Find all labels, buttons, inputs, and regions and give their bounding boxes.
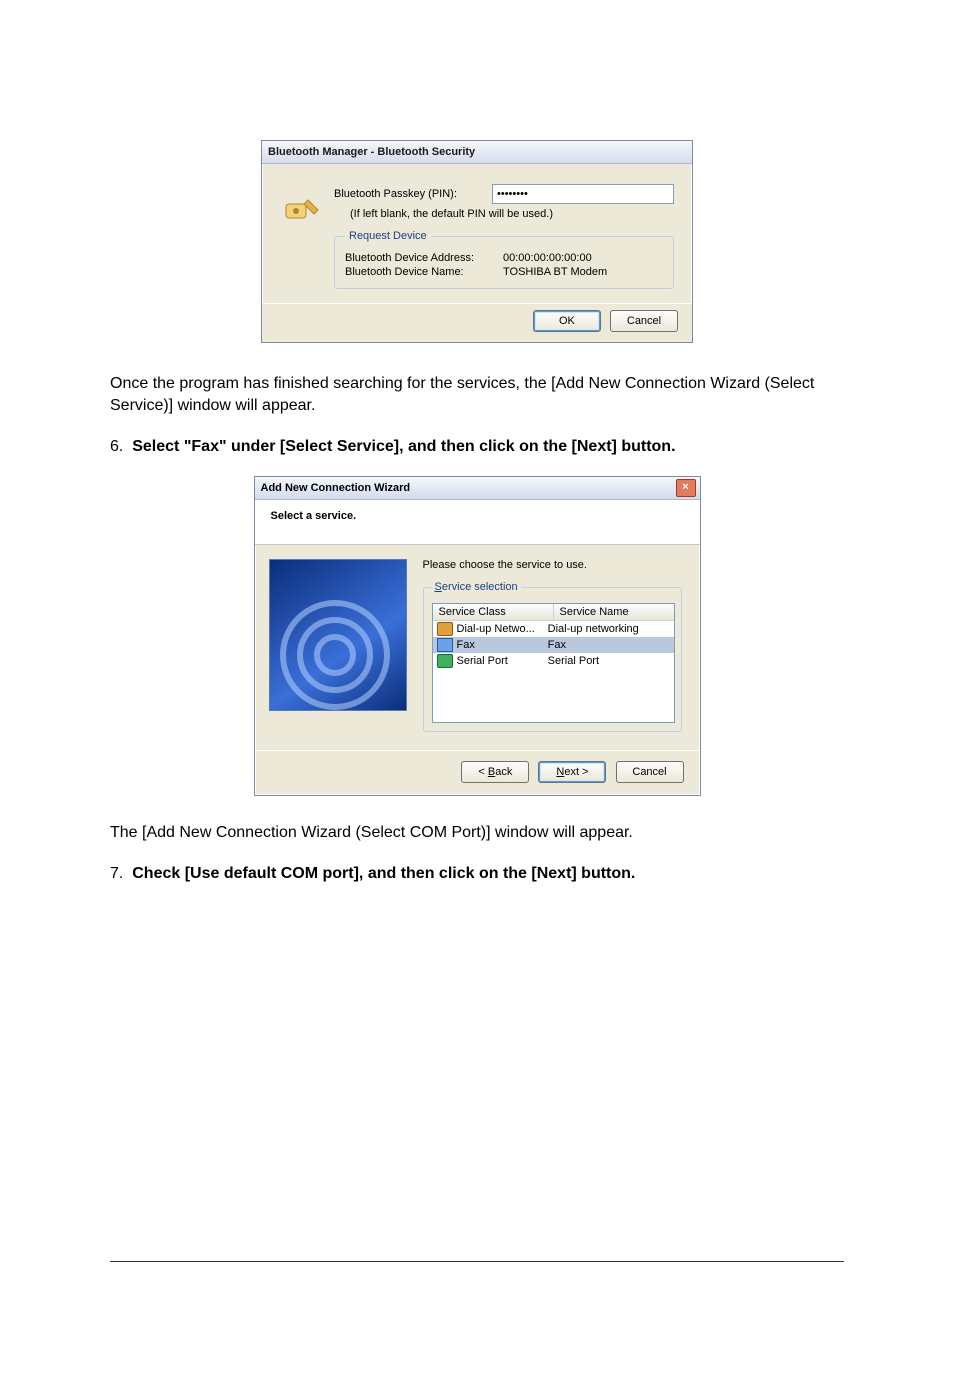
step-7-text: Check [Use default COM port], and then c… (132, 865, 635, 882)
dialog-title: Bluetooth Manager - Bluetooth Security (262, 141, 692, 164)
service-table[interactable]: Service Class Service Name Dial-up Netwo… (432, 603, 675, 723)
cancel-button[interactable]: Cancel (610, 310, 678, 332)
row-name: Dial-up networking (548, 623, 670, 635)
device-address-value: 00:00:00:00:00:00 (503, 252, 592, 264)
row-class: Dial-up Netwo... (457, 623, 535, 635)
pin-input[interactable] (492, 184, 674, 204)
step-7-number: 7. (110, 865, 123, 882)
serial-port-icon (437, 654, 453, 668)
next-button[interactable]: Next > (538, 761, 606, 783)
ok-button[interactable]: OK (533, 310, 601, 332)
row-name: Serial Port (548, 655, 670, 667)
service-selection-group: Service selection Service Class Service … (423, 581, 682, 732)
service-selection-legend: Service selection (432, 581, 521, 593)
col-service-class[interactable]: Service Class (433, 604, 554, 620)
paragraph-after-dialog1: Once the program has finished searching … (110, 373, 844, 418)
key-lock-icon (280, 188, 320, 228)
close-icon[interactable]: × (676, 479, 696, 497)
step-7: 7. Check [Use default COM port], and the… (110, 863, 844, 885)
wizard-title: Add New Connection Wizard (261, 482, 411, 494)
wizard-subtitle: Select a service. (255, 500, 700, 545)
request-device-legend: Request Device (345, 230, 431, 242)
step-6: 6. Select "Fax" under [Select Service], … (110, 436, 844, 458)
device-address-label: Bluetooth Device Address: (345, 252, 495, 264)
fax-icon (437, 638, 453, 652)
table-row[interactable]: Serial Port Serial Port (433, 653, 674, 669)
table-row[interactable]: Dial-up Netwo... Dial-up networking (433, 621, 674, 637)
step-6-text: Select "Fax" under [Select Service], and… (132, 438, 675, 455)
footer-separator (110, 1261, 844, 1262)
table-row[interactable]: Fax Fax (433, 637, 674, 653)
choose-service-text: Please choose the service to use. (423, 559, 682, 571)
step-6-number: 6. (110, 438, 123, 455)
request-device-group: Request Device Bluetooth Device Address:… (334, 230, 674, 289)
pin-label: Bluetooth Passkey (PIN): (334, 188, 484, 200)
add-connection-wizard-dialog: Add New Connection Wizard × Select a ser… (254, 476, 701, 796)
cancel-button[interactable]: Cancel (616, 761, 684, 783)
wizard-graphic (269, 559, 407, 711)
col-service-name[interactable]: Service Name (554, 604, 674, 620)
row-class: Fax (457, 639, 475, 651)
paragraph-after-dialog2: The [Add New Connection Wizard (Select C… (110, 822, 844, 844)
bluetooth-security-dialog: Bluetooth Manager - Bluetooth Security B… (261, 140, 693, 343)
row-name: Fax (548, 639, 670, 651)
dialup-icon (437, 622, 453, 636)
device-name-value: TOSHIBA BT Modem (503, 266, 607, 278)
back-button[interactable]: < Back (461, 761, 529, 783)
row-class: Serial Port (457, 655, 508, 667)
device-name-label: Bluetooth Device Name: (345, 266, 495, 278)
pin-hint: (If left blank, the default PIN will be … (350, 208, 674, 220)
